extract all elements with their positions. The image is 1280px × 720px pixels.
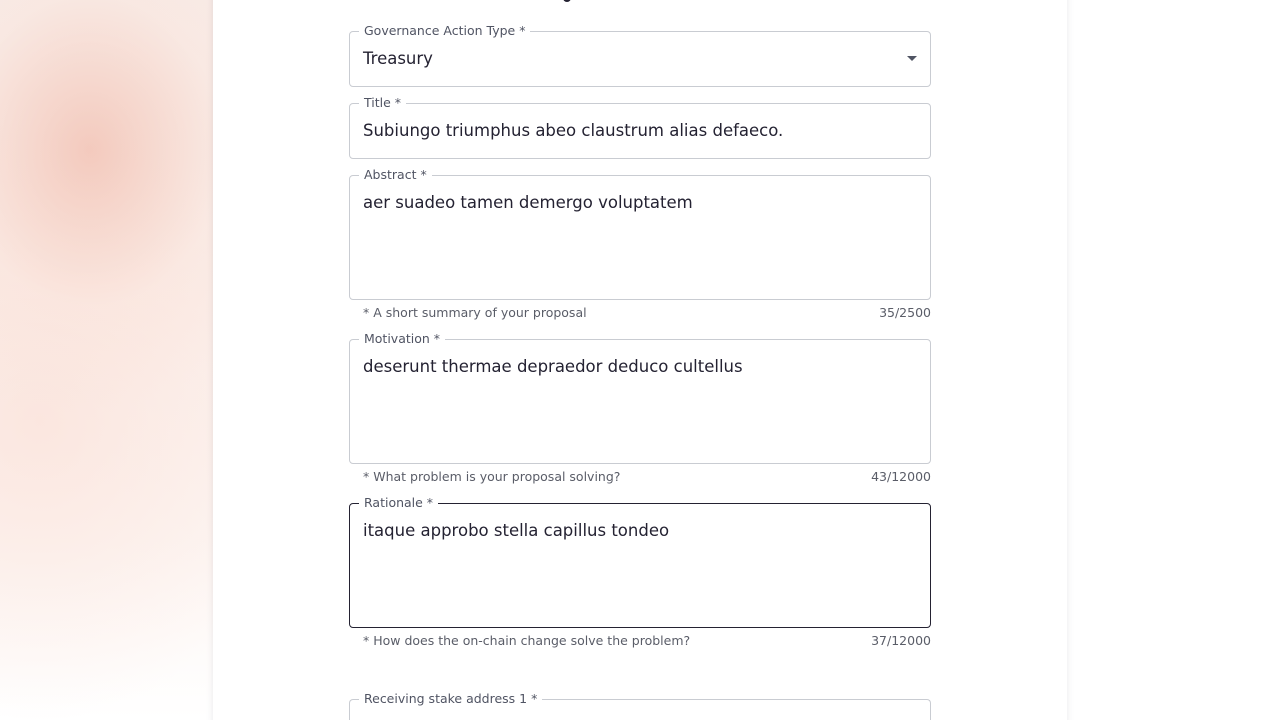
rationale-helper-text: * How does the on-chain change solve the…: [363, 633, 691, 648]
rationale-label: Rationale *: [359, 495, 439, 511]
abstract-char-counter: 35/2500: [879, 305, 931, 320]
rationale-char-counter: 37/12000: [871, 633, 931, 648]
title-value: Subiungo triumphus abeo claustrum alias …: [363, 121, 784, 140]
motivation-label: Motivation *: [359, 331, 446, 347]
rationale-textarea[interactable]: Rationale * itaque approbo stella capill…: [349, 495, 931, 628]
receiving-stake-address-input[interactable]: Receiving stake address 1 *: [349, 691, 931, 720]
background-gradient-left: [0, 0, 213, 720]
governance-action-type-select[interactable]: Governance Action Type * Treasury: [349, 23, 931, 87]
abstract-textarea[interactable]: Abstract * aer suadeo tamen demergo volu…: [349, 167, 931, 300]
title-label: Title *: [359, 95, 407, 111]
motivation-char-counter: 43/12000: [871, 469, 931, 484]
receiving-stake-address-label: Receiving stake address 1 *: [359, 691, 543, 707]
abstract-value: aer suadeo tamen demergo voluptatem: [363, 193, 693, 212]
abstract-label: Abstract *: [359, 167, 432, 183]
motivation-helper-text: * What problem is your proposal solving?: [363, 469, 621, 484]
governance-action-type-label: Governance Action Type *: [359, 23, 531, 39]
motivation-textarea[interactable]: Motivation * deserunt thermae depraedor …: [349, 331, 931, 464]
motivation-value: deserunt thermae depraedor deduco cultel…: [363, 357, 743, 376]
title-input[interactable]: Title * Subiungo triumphus abeo claustru…: [349, 95, 931, 159]
chevron-down-icon[interactable]: [907, 56, 917, 61]
governance-action-type-value: Treasury: [363, 49, 433, 68]
background-right: [1067, 0, 1280, 720]
rationale-value: itaque approbo stella capillus tondeo: [363, 521, 670, 540]
abstract-helper-text: * A short summary of your proposal: [363, 305, 587, 320]
